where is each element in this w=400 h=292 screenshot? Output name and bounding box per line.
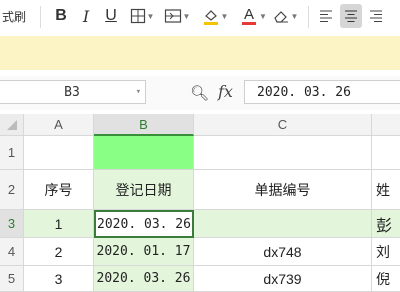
chevron-down-icon: ▼ xyxy=(220,11,229,21)
cell-b5[interactable]: 2020. 03. 26 xyxy=(94,266,194,292)
font-color-icon: A xyxy=(243,5,254,23)
cell-d3[interactable]: 彭 xyxy=(372,210,400,238)
column-header-d[interactable] xyxy=(372,114,400,136)
ribbon-toolbar: 式刷 B I U ▼ ▼ ▼ A ▼ ▼ xyxy=(0,0,400,36)
font-color-swatch xyxy=(242,21,256,25)
chevron-down-icon: ▼ xyxy=(259,12,267,21)
row-header-5[interactable]: 5 xyxy=(0,266,24,292)
notification-banner xyxy=(0,36,400,70)
merge-cells-icon xyxy=(164,9,181,23)
chevron-down-icon: ▼ xyxy=(146,11,155,21)
align-left-button[interactable] xyxy=(316,4,336,28)
cell-c4[interactable]: dx748 xyxy=(194,238,372,266)
chevron-down-icon[interactable]: ▾ xyxy=(136,87,141,97)
cell-a3[interactable]: 1 xyxy=(24,210,94,238)
header-name-partial-cell[interactable]: 姓 xyxy=(372,170,400,210)
toolbar-divider xyxy=(308,6,309,28)
column-header-b[interactable]: B xyxy=(94,114,194,136)
cell-c3[interactable] xyxy=(194,210,372,238)
select-all-corner[interactable] xyxy=(0,114,24,136)
formula-bar: B3 ▾ 🔍︎ fx 2020. 03. 26 xyxy=(0,76,400,110)
cell-b1[interactable] xyxy=(94,136,194,170)
borders-button[interactable]: ▼ xyxy=(128,4,156,28)
align-right-button[interactable] xyxy=(366,4,386,28)
name-box[interactable]: B3 ▾ xyxy=(0,80,146,104)
cell-c5[interactable]: dx739 xyxy=(194,266,372,292)
row-header-2[interactable]: 2 xyxy=(0,170,24,210)
spreadsheet-grid: A B C 1 2 序号 登记日期 单据编号 姓 3 1 2020. 03. 2… xyxy=(0,114,400,292)
column-header-a[interactable]: A xyxy=(24,114,94,136)
fill-color-button[interactable]: ▼ xyxy=(200,4,230,28)
formula-input[interactable]: 2020. 03. 26 xyxy=(244,80,400,104)
align-center-button[interactable] xyxy=(340,4,362,28)
corner-triangle-icon xyxy=(6,119,17,130)
header-seq-cell[interactable]: 序号 xyxy=(24,170,94,210)
cell-a5[interactable]: 3 xyxy=(24,266,94,292)
header-reg-date-cell[interactable]: 登记日期 xyxy=(94,170,194,210)
row-header-4[interactable]: 4 xyxy=(0,238,24,266)
insert-function-button[interactable]: fx xyxy=(218,82,233,101)
merge-cells-button[interactable]: ▼ xyxy=(162,4,192,28)
bold-button[interactable]: B xyxy=(52,4,70,28)
zoom-icon[interactable]: 🔍︎ xyxy=(190,84,209,102)
cell-a1[interactable] xyxy=(24,136,94,170)
row-header-1[interactable]: 1 xyxy=(0,136,24,170)
cell-c1[interactable] xyxy=(194,136,372,170)
format-painter-label[interactable]: 式刷 xyxy=(2,8,26,25)
cell-b3-active[interactable]: 2020. 03. 26 xyxy=(94,210,194,238)
eraser-icon xyxy=(273,11,288,23)
borders-icon xyxy=(130,8,145,24)
row-header-3[interactable]: 3 xyxy=(0,210,24,238)
chevron-down-icon: ▼ xyxy=(290,11,299,21)
header-doc-no-cell[interactable]: 单据编号 xyxy=(194,170,372,210)
clear-format-button[interactable]: ▼ xyxy=(270,4,300,28)
align-right-icon xyxy=(370,10,382,22)
cell-d4[interactable]: 刘 xyxy=(372,238,400,266)
underline-button[interactable]: U xyxy=(102,4,120,28)
cell-d5[interactable]: 倪 xyxy=(372,266,400,292)
column-header-c[interactable]: C xyxy=(194,114,372,136)
cell-b4[interactable]: 2020. 01. 17 xyxy=(94,238,194,266)
chevron-down-icon: ▼ xyxy=(182,11,191,21)
toolbar-divider xyxy=(40,6,41,28)
align-left-icon xyxy=(320,10,332,22)
name-box-value: B3 xyxy=(64,84,80,100)
cell-a4[interactable]: 2 xyxy=(24,238,94,266)
cell-d1[interactable] xyxy=(372,136,400,170)
italic-button[interactable]: I xyxy=(78,4,94,28)
paint-bucket-icon xyxy=(203,10,218,25)
align-center-icon xyxy=(345,10,357,22)
